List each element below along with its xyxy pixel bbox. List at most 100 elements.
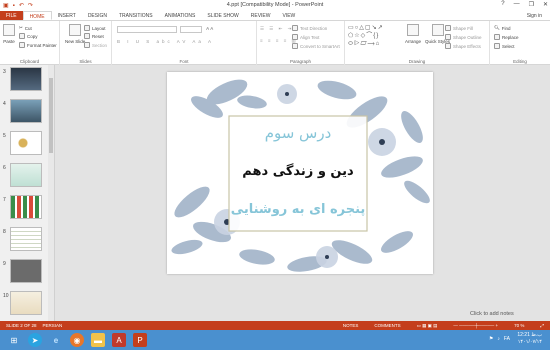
ie-icon[interactable]: e: [49, 333, 63, 347]
status-bar: SLIDE 2 OF 28 PERSIAN NOTES COMMENTS ▭ ▦…: [0, 321, 550, 330]
thumbnail-item[interactable]: 7: [0, 195, 54, 225]
find-icon: 🔍︎: [494, 25, 500, 30]
slide-thumbnail[interactable]: [10, 195, 42, 219]
clock-date: ۱۴۰۱/۰۷/۱۴: [517, 339, 542, 345]
minimize-button[interactable]: —: [514, 1, 520, 8]
shape-effects-button[interactable]: Shape Effects: [445, 43, 481, 49]
font-format-icons[interactable]: B I U S abc AV Aa A: [117, 39, 214, 44]
slide-thumbnail[interactable]: [10, 99, 42, 123]
scrollbar-thumb[interactable]: [49, 78, 53, 153]
editing-group: 🔍︎ Find Replace Select Editing: [490, 21, 550, 65]
flag-icon[interactable]: ⚑: [489, 336, 493, 342]
thumbnail-pane: 3 4 5 6 7 8 9 10: [0, 65, 55, 321]
copy-button[interactable]: Copy: [19, 33, 38, 39]
find-button[interactable]: 🔍︎ Find: [494, 25, 510, 31]
clock[interactable]: 12:21 ب.ظ ۱۴۰۱/۰۷/۱۴: [517, 332, 542, 346]
arrange-icon: [407, 24, 419, 36]
tab-insert[interactable]: INSERT: [52, 11, 82, 20]
font-label: Font: [179, 59, 189, 64]
clipboard-icon: [3, 24, 15, 36]
align-text-button[interactable]: Align Text: [292, 34, 319, 40]
system-tray: ⚑ ♪ FA: [489, 336, 510, 342]
acrobat-icon[interactable]: A: [112, 333, 126, 347]
zoom-slider[interactable]: — ─────┼───── +: [453, 323, 498, 328]
font-name-select[interactable]: [117, 26, 177, 33]
tab-view[interactable]: VIEW: [277, 11, 302, 20]
current-slide[interactable]: درس سوم دین و زندگی دهم پنجره ای به روشن…: [167, 72, 433, 274]
smartart-icon: [292, 43, 298, 49]
font-size-select[interactable]: [180, 26, 202, 33]
ribbon: Paste ✂ Cut Copy Format Painter Clipboard…: [0, 21, 550, 65]
paragraph-group: ☰ ☰ ⇤ ⇥ ↕ ≡ ≡ ≡ ≡ ▥ Text Direction Align…: [257, 21, 345, 65]
reset-icon: [84, 33, 90, 39]
view-buttons[interactable]: ▭ ▦ ▣ ▤: [417, 323, 438, 329]
paste-button[interactable]: Paste: [3, 24, 15, 44]
shape-fill-button[interactable]: Shape Fill: [445, 25, 473, 31]
tab-file[interactable]: FILE: [0, 11, 23, 20]
slide-thumbnail[interactable]: [10, 131, 42, 155]
section-button[interactable]: Section: [84, 42, 107, 48]
replace-icon: [494, 34, 500, 40]
arrange-button[interactable]: Arrange: [405, 24, 421, 44]
thumbnail-item[interactable]: 10: [0, 291, 54, 321]
notes-button[interactable]: NOTES: [343, 323, 359, 328]
drawing-label: Drawing: [408, 59, 426, 64]
thumbnail-item[interactable]: 5: [0, 131, 54, 161]
select-button[interactable]: Select: [494, 43, 515, 49]
clipboard-group: Paste ✂ Cut Copy Format Painter Clipboard: [0, 21, 60, 65]
text-direction-button[interactable]: Text Direction: [292, 25, 327, 31]
slide-thumbnail[interactable]: [10, 291, 42, 315]
thumbnail-item[interactable]: 8: [0, 227, 54, 257]
tab-slide-show[interactable]: SLIDE SHOW: [201, 11, 244, 20]
cut-button[interactable]: ✂ Cut: [19, 25, 32, 31]
slide-thumbnail[interactable]: [10, 259, 42, 283]
close-button[interactable]: ✕: [543, 1, 548, 8]
language-tray[interactable]: FA: [504, 336, 510, 342]
format-painter-button[interactable]: Format Painter: [19, 42, 57, 48]
sign-in-link[interactable]: Sign in: [527, 11, 550, 20]
new-slide-button[interactable]: New Slide: [65, 24, 85, 44]
language-indicator[interactable]: PERSIAN: [43, 323, 63, 328]
start-icon[interactable]: ⊞: [7, 333, 21, 347]
slide-thumbnail[interactable]: [10, 163, 42, 187]
maximize-button[interactable]: ❐: [529, 1, 534, 8]
fit-slide-icon[interactable]: ⤢: [540, 323, 544, 328]
thumbnail-item[interactable]: 4: [0, 99, 54, 129]
zoom-level[interactable]: 70 %: [514, 323, 524, 328]
help-button[interactable]: ?: [501, 1, 504, 8]
thumbnail-item[interactable]: 6: [0, 163, 54, 193]
shapes-gallery[interactable]: ▭○△▢↘↗ ⬠☆◇⌒{} ⬭▷▱⟶⌂: [348, 24, 402, 50]
align-text-icon: [292, 34, 298, 40]
tab-design[interactable]: DESIGN: [82, 11, 113, 20]
copy-icon: [19, 33, 25, 39]
slide-thumbnail[interactable]: [10, 67, 42, 91]
slide-line-2: دین و زندگی دهم: [242, 164, 354, 179]
layout-button[interactable]: Layout: [84, 25, 106, 31]
tab-animations[interactable]: ANIMATIONS: [159, 11, 202, 20]
font-group: A A B I U S abc AV Aa A Font: [112, 21, 257, 65]
tab-review[interactable]: REVIEW: [245, 11, 277, 20]
comments-button[interactable]: COMMENTS: [374, 323, 400, 328]
volume-icon[interactable]: ♪: [497, 336, 500, 342]
slide-line-1: درس سوم: [264, 124, 332, 142]
grow-font-icon[interactable]: A A: [206, 26, 213, 31]
select-icon: [494, 43, 500, 49]
replace-button[interactable]: Replace: [494, 34, 519, 40]
tab-home[interactable]: HOME: [22, 11, 52, 20]
notes-placeholder[interactable]: Click to add notes: [470, 311, 514, 317]
shape-outline-button[interactable]: Shape Outline: [445, 34, 482, 40]
drawing-group: ▭○△▢↘↗ ⬠☆◇⌒{} ⬭▷▱⟶⌂ Arrange Quick Styles S…: [345, 21, 490, 65]
slides-group: New Slide Layout Reset Section Slides: [60, 21, 112, 65]
slide-thumbnail[interactable]: [10, 227, 42, 251]
thumbnail-item[interactable]: 9: [0, 259, 54, 289]
explorer-icon[interactable]: ▬: [91, 333, 105, 347]
tab-transitions[interactable]: TRANSITIONS: [113, 11, 159, 20]
convert-smartart-button[interactable]: Convert to SmartArt: [292, 43, 340, 49]
telegram-icon[interactable]: ➤: [28, 333, 42, 347]
fill-icon: [445, 25, 451, 31]
thumbnail-item[interactable]: 3: [0, 67, 54, 97]
reset-button[interactable]: Reset: [84, 33, 104, 39]
firefox-icon[interactable]: ◉: [70, 333, 84, 347]
text-direction-icon: [292, 25, 298, 31]
powerpoint-icon[interactable]: P: [133, 333, 147, 347]
